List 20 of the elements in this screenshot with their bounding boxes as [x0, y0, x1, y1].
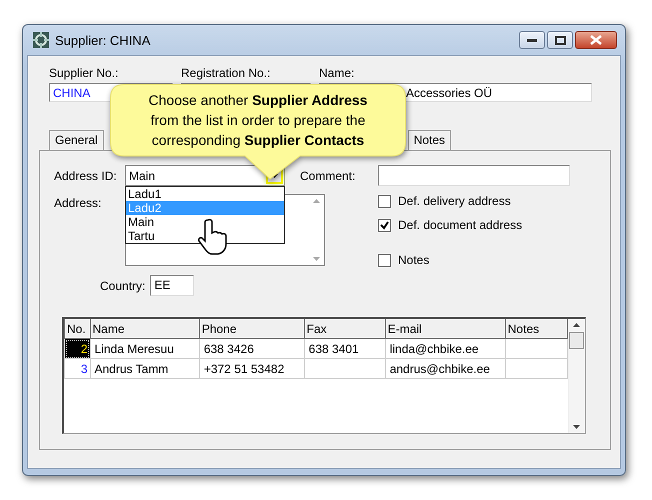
field-label: Comment:: [300, 168, 356, 182]
row-number: 3: [64, 358, 90, 378]
window-title: Supplier: CHINA: [55, 32, 152, 48]
table-cell: Linda Meresuu: [90, 338, 200, 358]
field-label: Address:: [54, 196, 102, 210]
checkbox-label: Def. delivery address: [398, 194, 511, 208]
field-label: Address ID:: [54, 168, 118, 182]
row-number: 2: [64, 338, 90, 358]
field-label: Supplier No.:: [49, 66, 120, 80]
table-cell: 638 3401: [304, 338, 386, 358]
table-cell: +372 51 53482: [199, 358, 304, 378]
table-cell: Andrus Tamm: [90, 358, 200, 378]
table-cell: 638 3426: [199, 338, 304, 358]
table-cell: andrus@chbike.ee: [385, 358, 506, 378]
checkbox-label: Notes: [398, 253, 430, 267]
field-label: Name:: [319, 66, 356, 80]
field-label: Country:: [100, 278, 146, 292]
checkbox-label: Def. document address: [398, 218, 522, 232]
field-label: Registration No.:: [181, 66, 272, 80]
table-cell: linda@chbike.ee: [385, 338, 506, 358]
